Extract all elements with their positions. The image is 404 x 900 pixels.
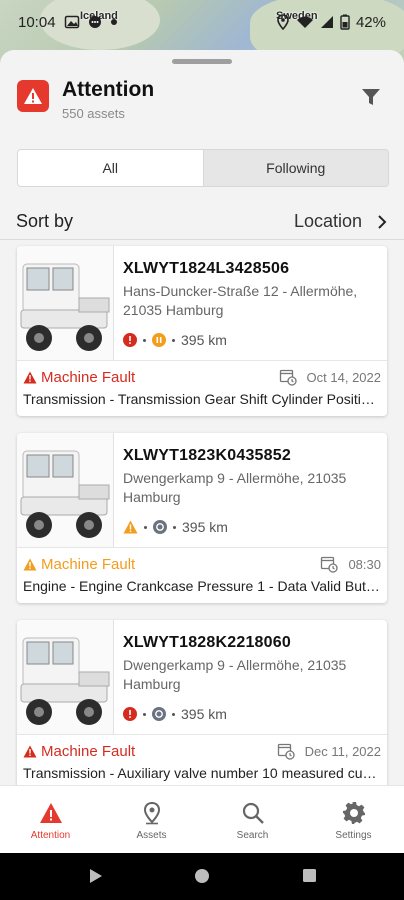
- separator-dot: [143, 712, 146, 716]
- attention-sheet: Attention 550 assets All Following Sort …: [0, 50, 404, 853]
- stopped-icon: [153, 520, 167, 534]
- system-navigation-bar: [0, 853, 404, 900]
- location-icon: [277, 14, 289, 30]
- wifi-icon: [296, 16, 313, 28]
- separator-dot: [172, 712, 175, 716]
- nav-label: Assets: [136, 830, 167, 841]
- warning-icon: [38, 800, 64, 826]
- warning-icon: [23, 558, 37, 570]
- asset-status-row: 395 km: [123, 706, 227, 722]
- warning-icon: [123, 520, 138, 534]
- back-icon[interactable]: [90, 869, 102, 883]
- separator-dot: [144, 525, 147, 529]
- sort-value[interactable]: Location: [294, 211, 362, 232]
- asset-address: Hans-Duncker-Straße 12 - Allermöhe, 2103…: [123, 283, 358, 318]
- location-pin-icon: [139, 800, 165, 826]
- asset-distance: 395 km: [181, 706, 227, 722]
- dot-icon: [110, 19, 117, 25]
- tab-following[interactable]: Following: [204, 150, 389, 186]
- tab-all[interactable]: All: [18, 150, 204, 186]
- pause-icon: [152, 333, 166, 347]
- asset-address: Dwengerkamp 9 - Allermöhe, 21035 Hamburg: [123, 470, 347, 505]
- search-icon: [240, 800, 266, 826]
- calendar-clock-icon: [279, 369, 297, 386]
- asset-address: Dwengerkamp 9 - Allermöhe, 21035 Hamburg: [123, 657, 347, 692]
- divider: [113, 246, 114, 360]
- separator-dot: [173, 525, 176, 529]
- asset-card[interactable]: XLWYT1823K0435852 Dwengerkamp 9 - Allerm…: [17, 433, 387, 603]
- sheet-drag-handle[interactable]: [172, 59, 232, 64]
- status-system-icons: 42%: [276, 14, 386, 31]
- filter-tabs: All Following: [17, 149, 389, 187]
- sort-label: Sort by: [16, 211, 74, 231]
- nav-item-attention[interactable]: Attention: [0, 786, 101, 853]
- separator-dot: [143, 338, 146, 342]
- divider: [17, 734, 387, 735]
- truck-image: [17, 246, 113, 360]
- truck-image: [17, 620, 113, 734]
- warning-icon: [23, 745, 37, 757]
- fault-description: Transmission - Auxiliary valve number 10…: [23, 765, 381, 781]
- battery-percent: 42%: [355, 13, 386, 31]
- fault-type: Machine Fault: [41, 742, 136, 760]
- nav-item-assets[interactable]: Assets: [101, 786, 202, 853]
- asset-vin: XLWYT1824L3428506: [123, 260, 290, 277]
- divider: [17, 360, 387, 361]
- asset-count: 550 assets: [62, 106, 125, 121]
- fault-date: Oct 14, 2022: [306, 369, 381, 385]
- asset-card[interactable]: XLWYT1824L3428506 Hans-Duncker-Straße 12…: [17, 246, 387, 416]
- nav-label: Search: [236, 830, 269, 841]
- fault-description: Engine - Engine Crankcase Pressure 1 - D…: [23, 578, 381, 594]
- signal-icon: [320, 16, 333, 28]
- status-notification-icons: [64, 14, 118, 30]
- home-icon[interactable]: [195, 869, 209, 883]
- separator-dot: [172, 338, 175, 342]
- gear-icon: [341, 800, 367, 826]
- calendar-clock-icon: [277, 743, 295, 760]
- divider: [17, 547, 387, 548]
- stopped-icon: [152, 707, 166, 721]
- fault-row: Machine Fault 08:30: [23, 554, 381, 574]
- error-icon: [123, 707, 137, 721]
- fault-type: Machine Fault: [41, 555, 136, 573]
- fault-type: Machine Fault: [41, 368, 136, 386]
- fault-description: Transmission - Transmission Gear Shift C…: [23, 391, 381, 407]
- error-icon: [123, 333, 137, 347]
- fault-date: Dec 11, 2022: [304, 743, 381, 759]
- warning-icon: [23, 371, 37, 383]
- status-time: 10:04: [18, 13, 56, 31]
- status-bar: 10:04 42%: [0, 0, 404, 44]
- filter-icon[interactable]: [360, 86, 382, 108]
- recents-icon[interactable]: [303, 869, 316, 882]
- header: Attention 550 assets: [0, 72, 404, 132]
- asset-status-row: 395 km: [123, 332, 227, 348]
- asset-card[interactable]: XLWYT1828K2218060 Dwengerkamp 9 - Allerm…: [17, 620, 387, 790]
- image-icon: [64, 15, 79, 29]
- asset-status-row: 395 km: [123, 519, 228, 535]
- nav-label: Settings: [335, 830, 372, 841]
- calendar-clock-icon: [321, 556, 339, 573]
- asset-distance: 395 km: [181, 332, 227, 348]
- bottom-navigation: Attention Assets Search Settings: [0, 785, 404, 853]
- divider: [113, 433, 114, 547]
- fault-row: Machine Fault Oct 14, 2022: [23, 367, 381, 387]
- warning-icon: [17, 80, 49, 112]
- chat-icon: [88, 16, 101, 28]
- asset-vin: XLWYT1828K2218060: [123, 634, 291, 651]
- truck-image: [17, 433, 113, 547]
- asset-vin: XLWYT1823K0435852: [123, 447, 291, 464]
- nav-label: Attention: [30, 830, 71, 841]
- nav-item-settings[interactable]: Settings: [303, 786, 404, 853]
- fault-row: Machine Fault Dec 11, 2022: [23, 741, 381, 761]
- nav-item-search[interactable]: Search: [202, 786, 303, 853]
- battery-icon: [340, 14, 350, 30]
- fault-date: 08:30: [348, 556, 381, 572]
- chevron-right-icon: [378, 214, 387, 229]
- asset-distance: 395 km: [182, 519, 228, 535]
- page-title: Attention: [62, 78, 155, 101]
- sort-row[interactable]: Sort by Location: [0, 204, 404, 240]
- divider: [113, 620, 114, 734]
